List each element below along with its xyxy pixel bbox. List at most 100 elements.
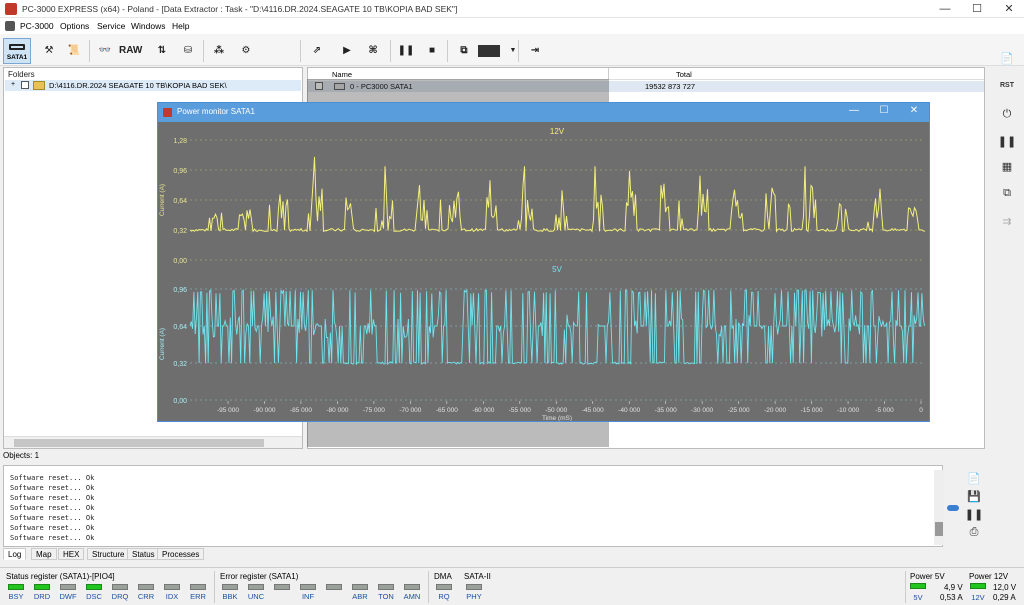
right-toolbar: 📄 RST ⏻ ❚❚ ▦ ⧉ ⇉ (990, 50, 1024, 255)
sata-pause-icon[interactable]: ❚❚ (997, 135, 1017, 151)
sata2-title: SATA-II (464, 572, 491, 581)
tools-icon[interactable]: ⚒ (38, 40, 60, 62)
status-led-label: ERR (190, 592, 206, 601)
tab-processes[interactable]: Processes (157, 548, 205, 560)
chart-5v-ytick: 0,00 (173, 398, 187, 405)
chart-xtick: -70 000 (399, 407, 421, 414)
monitor-icon[interactable] (478, 45, 500, 57)
log-line: Software reset... Ok (10, 534, 95, 542)
status-led-idx (164, 584, 180, 590)
progress-indicator (947, 505, 959, 511)
expand-icon[interactable]: + (11, 81, 15, 88)
menu-bar: PC-3000 Options Service Windows Help (0, 18, 1024, 34)
chart-12v-ytick: 1,28 (173, 138, 187, 145)
log-open-icon[interactable]: 📄 (964, 472, 984, 488)
chart-xtick: 0 (919, 407, 923, 414)
chart-xtick: -35 000 (655, 407, 677, 414)
chart-12v-ylabel: Current (A) (159, 184, 166, 216)
chart-12v-ytick: 0,00 (173, 258, 187, 265)
chart-xtick: -10 000 (837, 407, 859, 414)
tab-status[interactable]: Status (127, 548, 160, 560)
tab-log[interactable]: Log (3, 548, 27, 560)
sort-icon[interactable]: ⇅ (151, 40, 173, 62)
status-led-crr (138, 584, 154, 590)
power-monitor-window: Power monitor SATA1 — ☐ ✕ 12V 1,28 0,96 0,6… (157, 102, 930, 422)
error-led-label: BBK (222, 592, 238, 601)
network-icon[interactable]: ⌘ (362, 40, 384, 62)
chart-xtick: -20 000 (764, 407, 786, 414)
status-led-drq (112, 584, 128, 590)
menu-pc3000[interactable]: PC-3000 (20, 21, 54, 31)
log-line: Software reset... Ok (10, 504, 95, 512)
sata1-port-button[interactable]: SATA1 (3, 38, 31, 64)
copy-window-icon[interactable]: ⧉ (453, 40, 475, 62)
exit-icon[interactable]: ⇥ (524, 40, 546, 62)
status-bar: Status register (SATA1)-[PIO4] Error reg… (0, 567, 1024, 605)
folder-checkbox[interactable] (21, 81, 29, 89)
raw-button[interactable]: RAW (119, 40, 142, 62)
pause-icon[interactable]: ❚❚ (395, 40, 417, 62)
folder-row[interactable]: + D:\4116.DR.2024 SEAGATE 10 TB\KOPIA BA… (5, 80, 301, 91)
maximize-button[interactable]: ☐ (962, 0, 992, 18)
connector-icon[interactable]: ⇉ (997, 215, 1017, 231)
chip-icon[interactable]: ▦ (997, 160, 1017, 176)
power5-voltage: 4,9 V (944, 583, 963, 592)
app-icon (5, 3, 17, 15)
gears-icon[interactable]: ⚙ (235, 40, 257, 62)
log-line: Software reset... Ok (10, 514, 95, 522)
export-icon[interactable]: ⇗ (306, 40, 328, 62)
power5-led-label: 5V (913, 593, 923, 602)
error-led-ton (378, 584, 394, 590)
menu-windows[interactable]: Windows (131, 21, 165, 31)
chart-5v-ytick: 0,32 (173, 361, 187, 368)
status-led-err (190, 584, 206, 590)
horizontal-scrollbar[interactable] (4, 436, 302, 448)
column-total[interactable]: Total (676, 70, 692, 79)
folders-header: Folders (8, 70, 35, 79)
dropdown-arrow-icon[interactable]: ▼ (502, 40, 524, 62)
error-led-amn (404, 584, 420, 590)
chart-xtick: -40 000 (618, 407, 640, 414)
stop-icon[interactable]: ■ (421, 40, 443, 62)
tab-structure[interactable]: Structure (87, 548, 130, 560)
tree-icon[interactable]: ⁂ (208, 40, 230, 62)
menu-app-icon[interactable] (5, 21, 15, 31)
power-icon[interactable]: ⏻ (997, 108, 1017, 124)
objects-count: Objects: 1 (3, 451, 40, 460)
log-line: Software reset... Ok (10, 474, 95, 482)
close-button[interactable]: ✕ (994, 0, 1024, 18)
chart-xtick: -75 000 (363, 407, 385, 414)
copy-icon[interactable]: ⧉ (997, 187, 1017, 203)
reset-icon[interactable]: RST (997, 82, 1017, 98)
power-monitor-titlebar[interactable]: Power monitor SATA1 — ☐ ✕ (158, 103, 929, 122)
tab-hex[interactable]: HEX (58, 548, 85, 560)
play-icon[interactable]: ▶ (336, 40, 358, 62)
log-scrollbar[interactable] (934, 470, 944, 545)
print-icon[interactable]: ⎙ (964, 526, 984, 542)
tab-map[interactable]: Map (31, 548, 57, 560)
binoculars-icon[interactable]: 👓 (94, 40, 116, 62)
pm-close-button[interactable]: ✕ (904, 105, 924, 116)
save-icon[interactable]: 💾 (964, 490, 984, 506)
pm-maximize-button[interactable]: ☐ (874, 105, 894, 116)
menu-service[interactable]: Service (97, 21, 125, 31)
pm-minimize-button[interactable]: — (844, 105, 864, 116)
menu-options[interactable]: Options (60, 21, 89, 31)
minimize-button[interactable]: — (930, 0, 960, 18)
power12-title: Power 12V (969, 572, 1009, 581)
chart-xtick: -15 000 (801, 407, 823, 414)
sata-connector-icon (9, 44, 25, 50)
chart-12v-series (189, 156, 926, 233)
disk-icon[interactable]: ⛁ (177, 40, 199, 62)
menu-help[interactable]: Help (172, 21, 189, 31)
error-led-label: UNC (247, 592, 265, 601)
log-tabs: Log Map HEX Structure Status Processes (3, 548, 205, 560)
column-name[interactable]: Name (332, 70, 352, 79)
folder-path: D:\4116.DR.2024 SEAGATE 10 TB\KOPIA BAD … (49, 81, 227, 90)
scroll-icon[interactable]: 📜 (63, 40, 85, 62)
document-icon[interactable]: 📄 (997, 52, 1017, 68)
error-led-abr (352, 584, 368, 590)
chart-xtick: -85 000 (290, 407, 312, 414)
power-chart: 12V 1,28 0,96 0,64 0,32 0,00 Current (A) 5V 0,96… (159, 127, 926, 421)
log-pause-icon[interactable]: ❚❚ (964, 508, 984, 524)
